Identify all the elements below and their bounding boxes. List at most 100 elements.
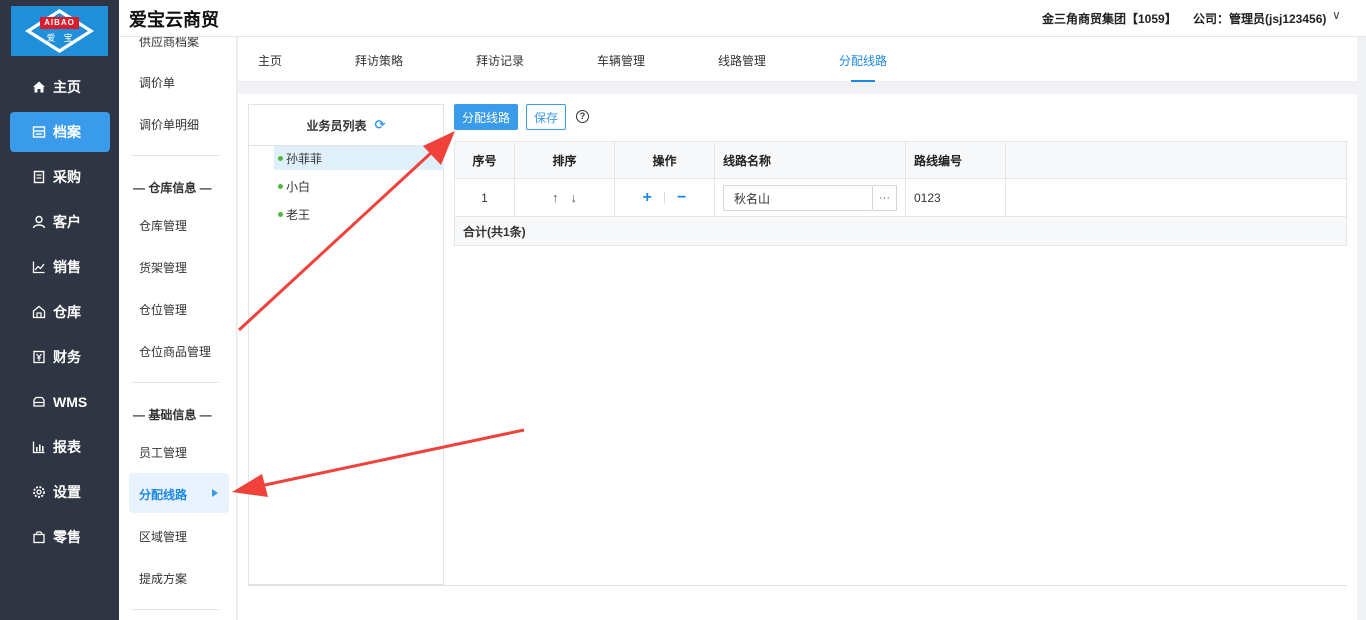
tab-home[interactable]: 主页 [258, 52, 282, 69]
sidebar-item-warehouse[interactable]: 仓库 [10, 292, 110, 332]
archive-icon [32, 125, 46, 139]
row-index: 1 [455, 179, 515, 216]
sidebar-item-label: WMS [53, 394, 88, 410]
group-title-basic: — 基础信息 — [133, 408, 212, 422]
sidebar-item-label: 设置 [53, 484, 81, 500]
sidebar-item-report[interactable]: 报表 [10, 427, 110, 467]
sub-item-staff-mgmt[interactable]: 员工管理 [139, 444, 187, 461]
divider [131, 382, 219, 383]
logo-brand-text: AIBAO [40, 17, 79, 29]
app-title: 爱宝云商贸 [129, 10, 219, 30]
refresh-icon[interactable]: ⟳ [375, 117, 386, 133]
tab-visit-records[interactable]: 拜访记录 [476, 52, 524, 69]
route-name-input[interactable]: 秋名山 [723, 185, 873, 211]
user-icon [32, 215, 46, 229]
sidebar-item-purchase[interactable]: 采购 [10, 157, 110, 197]
sidebar-item-sales[interactable]: 销售 [10, 247, 110, 287]
sidebar-item-retail[interactable]: 零售 [10, 517, 110, 557]
sidebar-item-label: 报表 [53, 439, 81, 455]
table-header: 序号 排序 操作 线路名称 路线编号 [454, 141, 1347, 179]
chart-line-icon [32, 260, 46, 274]
tab-vehicle-mgmt[interactable]: 车辆管理 [597, 52, 645, 69]
sidebar-item-label: 采购 [53, 169, 81, 185]
warehouse-icon [32, 305, 46, 319]
sub-item-area-mgmt[interactable]: 区域管理 [139, 528, 187, 545]
tab-bar: 主页 拜访策略 拜访记录 车辆管理 线路管理 分配线路 [238, 37, 1357, 82]
gear-icon [32, 485, 46, 499]
tab-assign-route[interactable]: 分配线路 [839, 52, 887, 69]
employee-item[interactable]: 老王 [274, 202, 444, 226]
tab-visit-strategy[interactable]: 拜访策略 [355, 52, 403, 69]
row-ops: + − [615, 179, 715, 216]
main-panel: 业务员列表 ⟳ 孙菲菲 小白 老王 分配线路 保存 ? 序号 排序 操作 线路名… [238, 94, 1357, 620]
divider [131, 609, 219, 610]
sub-item-supplier[interactable]: 供应商档案 [139, 37, 199, 50]
table-row: 1 ↑ ↓ + − 秋名山 ··· 0123 [454, 179, 1347, 217]
truck-icon [32, 395, 46, 409]
tab-route-mgmt[interactable]: 线路管理 [718, 52, 766, 69]
purchase-icon [32, 170, 46, 184]
employee-name: 老王 [286, 207, 311, 222]
employee-name: 小白 [286, 179, 311, 194]
logo-area: AIBAO 爱宝 [0, 0, 119, 62]
arrow-up-icon[interactable]: ↑ [552, 190, 559, 205]
status-dot [278, 155, 283, 161]
sidebar-item-label: 零售 [53, 529, 81, 545]
employee-item[interactable]: 孙菲菲 [274, 146, 444, 170]
sidebar-item-customer[interactable]: 客户 [10, 202, 110, 242]
sub-item-assign-route-label: 分配线路 [139, 488, 188, 502]
sub-item-location-mgmt[interactable]: 仓位管理 [139, 301, 187, 318]
employee-item[interactable]: 小白 [274, 174, 444, 198]
sub-item-price-adjust-detail[interactable]: 调价单明细 [139, 116, 199, 133]
home-icon [32, 80, 46, 94]
chevron-down-icon[interactable]: ∨ [1332, 8, 1341, 22]
sidebar-item-label: 财务 [53, 349, 81, 365]
sub-item-warehouse-mgmt[interactable]: 仓库管理 [139, 217, 187, 234]
top-header: 爱宝云商贸 金三角商贸集团【1059】 公司：管理员(jsj123456) ∨ [0, 0, 1366, 37]
active-tab-indicator [851, 80, 875, 82]
column-header-route-code: 路线编号 [906, 142, 1006, 178]
account-menu[interactable]: 公司：管理员(jsj123456) [1193, 10, 1326, 27]
sidebar-item-wms[interactable]: WMS [10, 382, 110, 422]
row-sort: ↑ ↓ [515, 179, 615, 216]
ellipsis-icon[interactable]: ··· [873, 185, 897, 211]
column-header-index: 序号 [455, 142, 515, 178]
sub-item-price-adjust[interactable]: 调价单 [139, 74, 175, 91]
sub-item-location-goods[interactable]: 仓位商品管理 [139, 343, 211, 360]
sidebar-item-label: 档案 [53, 124, 81, 140]
employee-panel-header: 业务员列表 ⟳ [249, 105, 443, 146]
logo: AIBAO 爱宝 [11, 6, 108, 56]
save-button[interactable]: 保存 [526, 104, 566, 130]
column-header-sort: 排序 [515, 142, 615, 178]
arrow-down-icon[interactable]: ↓ [571, 190, 578, 205]
sub-item-commission[interactable]: 提成方案 [139, 570, 187, 587]
group-title-warehouse: — 仓库信息 — [133, 181, 212, 195]
remove-row-icon[interactable]: − [677, 189, 686, 207]
finance-icon [32, 350, 46, 364]
sidebar-item-label: 客户 [53, 214, 81, 230]
sidebar-item-label: 主页 [53, 79, 81, 95]
company-name: 金三角商贸集团【1059】 [1042, 12, 1177, 26]
caret-right-icon [212, 489, 218, 497]
sidebar-item-label: 销售 [53, 259, 81, 275]
column-header-ops: 操作 [615, 142, 715, 178]
sub-item-shelf-mgmt[interactable]: 货架管理 [139, 259, 187, 276]
divider [131, 155, 219, 156]
sidebar-item-settings[interactable]: 设置 [10, 472, 110, 512]
column-header-route-name: 线路名称 [715, 142, 906, 178]
main-sidebar: 主页 档案 采购 客户 销售 仓库 财务 WMS 报表 设置 零售 [0, 62, 119, 620]
employee-name: 孙菲菲 [286, 151, 323, 166]
sidebar-item-archive[interactable]: 档案 [10, 112, 110, 152]
sub-sidebar: 供应商档案 调价单 调价单明细 — 仓库信息 — 仓库管理 货架管理 仓位管理 … [119, 37, 237, 620]
sidebar-item-finance[interactable]: 财务 [10, 337, 110, 377]
sidebar-item-label: 仓库 [53, 304, 81, 320]
row-route-code: 0123 [906, 179, 1006, 216]
sidebar-item-home[interactable]: 主页 [10, 67, 110, 107]
employee-panel-title: 业务员列表 [306, 118, 367, 133]
logo-cn-text: 爱宝 [46, 33, 81, 43]
help-icon[interactable]: ? [576, 110, 589, 123]
divider [248, 585, 1347, 586]
add-row-icon[interactable]: + [643, 189, 652, 207]
assign-route-button[interactable]: 分配线路 [454, 104, 518, 130]
employee-panel: 业务员列表 ⟳ 孙菲菲 小白 老王 [248, 104, 444, 585]
